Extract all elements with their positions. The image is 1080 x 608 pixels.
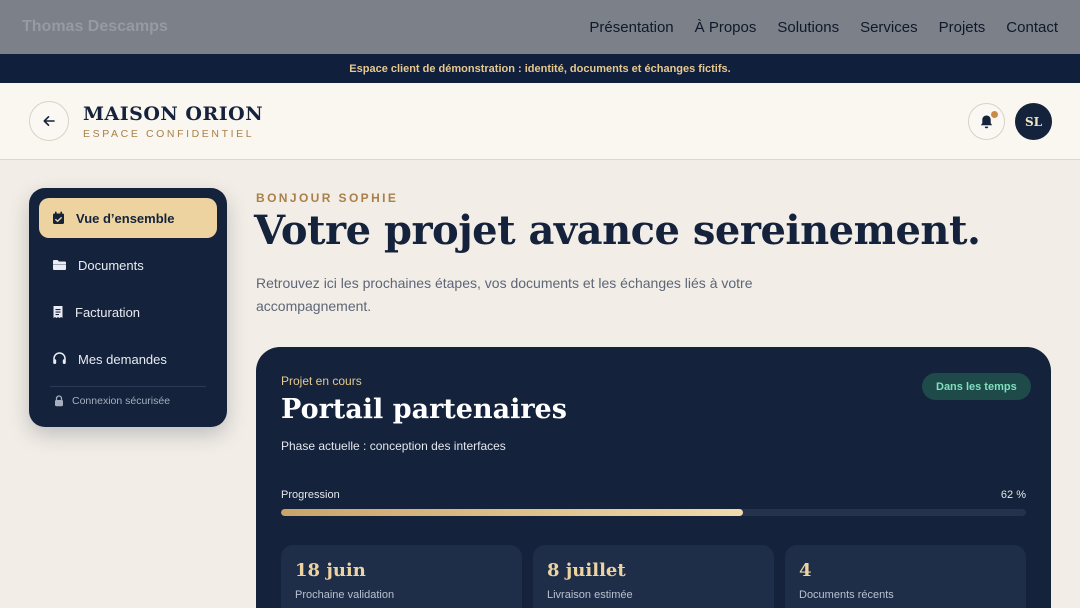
back-button[interactable] <box>29 101 69 141</box>
stat-label: Prochaine validation <box>295 589 395 601</box>
sidebar-item-label: Facturation <box>75 304 141 320</box>
sidebar-item-facturation[interactable]: Facturation <box>39 292 217 332</box>
stat-value: 4 <box>799 560 812 581</box>
project-card: Projet en cours Portail partenaires Phas… <box>256 347 1051 608</box>
demo-banner: Espace client de démonstration : identit… <box>0 54 1080 83</box>
notification-dot <box>991 111 998 118</box>
folder-icon <box>53 260 66 270</box>
nav-link-a-propos[interactable]: À Propos <box>695 19 757 36</box>
progress-value: 62 % <box>1000 489 1026 501</box>
site-nav-links: Présentation À Propos Solutions Services… <box>589 19 1058 36</box>
sidebar-item-mes-demandes[interactable]: Mes demandes <box>39 339 217 379</box>
stat-card-next-validation: 18 juin Prochaine validation <box>281 545 522 608</box>
lock-icon <box>55 395 63 407</box>
sidebar-item-vue-ensemble[interactable]: Vue d’ensemble <box>39 198 217 238</box>
nav-link-services[interactable]: Services <box>860 19 918 36</box>
stat-card-documents: 4 Documents récents <box>785 545 1026 608</box>
stat-label: Documents récents <box>799 589 894 601</box>
headset-icon <box>53 352 66 364</box>
page-intro: Retrouvez ici les prochaines étapes, vos… <box>256 275 753 314</box>
invoice-icon <box>53 306 63 318</box>
user-avatar[interactable]: SL <box>1015 103 1052 140</box>
status-badge: Dans les temps <box>922 373 1031 400</box>
arrow-left-icon <box>43 116 55 126</box>
client-subtitle: ESPACE CONFIDENTIEL <box>83 128 255 140</box>
page-title: Votre projet avance sereinement. <box>254 207 981 254</box>
secure-connection-label: Connexion sécurisée <box>72 395 171 407</box>
sidebar-item-label: Mes demandes <box>78 351 167 367</box>
stat-value: 8 juillet <box>547 560 626 581</box>
sidebar-divider <box>50 386 206 387</box>
nav-link-presentation[interactable]: Présentation <box>589 19 673 36</box>
sidebar-item-label: Documents <box>78 257 144 273</box>
greeting: BONJOUR SOPHIE <box>256 191 399 205</box>
nav-link-contact[interactable]: Contact <box>1006 19 1058 36</box>
nav-link-projets[interactable]: Projets <box>939 19 986 36</box>
stat-card-delivery: 8 juillet Livraison estimée <box>533 545 774 608</box>
progress-bar-fill <box>281 509 743 516</box>
calendar-check-icon <box>53 211 64 224</box>
sidebar-item-documents[interactable]: Documents <box>39 245 217 285</box>
stat-value: 18 juin <box>295 560 366 581</box>
stat-label: Livraison estimée <box>547 589 633 601</box>
nav-link-solutions[interactable]: Solutions <box>777 19 839 36</box>
project-phase: Phase actuelle : conception des interfac… <box>281 439 506 453</box>
progress-label: Progression <box>281 489 340 501</box>
sidebar: Vue d’ensemble Documents Facturation Mes… <box>29 188 227 427</box>
client-name: MAISON ORION <box>83 103 264 125</box>
secure-connection: Connexion sécurisée <box>39 395 217 407</box>
project-label: Projet en cours <box>281 374 362 388</box>
project-title: Portail partenaires <box>281 394 567 425</box>
app-header: MAISON ORION ESPACE CONFIDENTIEL SL <box>0 83 1080 160</box>
sidebar-item-label: Vue d’ensemble <box>76 210 175 226</box>
site-brand[interactable]: Thomas Descamps <box>22 18 589 36</box>
progress-bar <box>281 509 1026 516</box>
notifications-button[interactable] <box>968 103 1005 140</box>
site-navbar: Thomas Descamps Présentation À Propos So… <box>0 0 1080 54</box>
